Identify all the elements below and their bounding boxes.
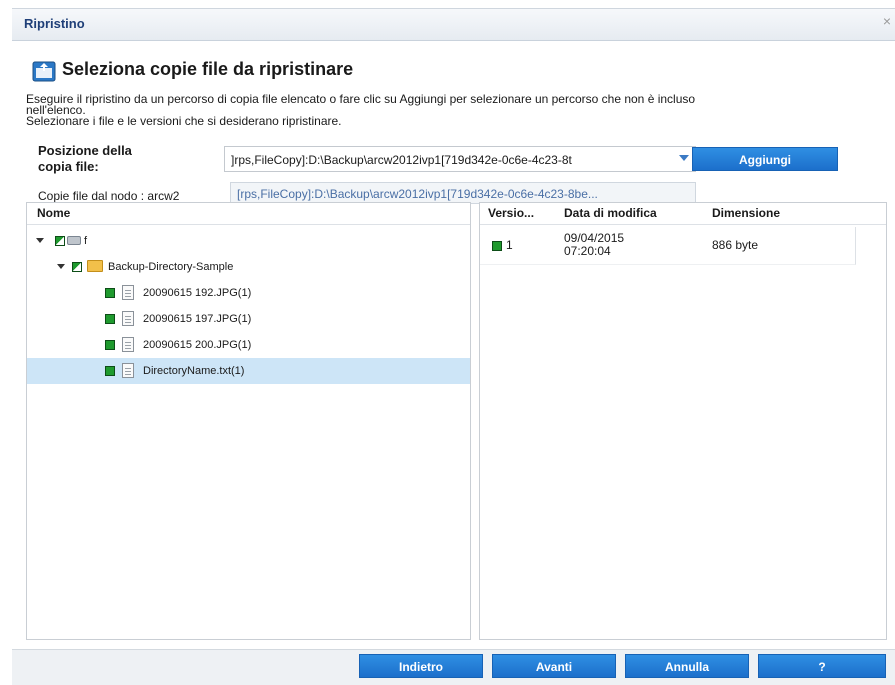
checkbox-icon[interactable] bbox=[105, 366, 115, 376]
partial-checkbox-icon[interactable] bbox=[72, 262, 82, 272]
tree-item-label: DirectoryName.txt(1) bbox=[143, 365, 245, 377]
checkbox-icon[interactable] bbox=[105, 314, 115, 324]
add-button[interactable]: Aggiungi bbox=[692, 147, 838, 171]
tree-item-file[interactable]: 20090615 197.JPG(1) bbox=[27, 306, 470, 332]
cancel-button[interactable]: Annulla bbox=[625, 654, 749, 678]
close-icon[interactable]: × bbox=[883, 13, 891, 29]
page-title: Seleziona copie file da ripristinare bbox=[62, 59, 354, 79]
title-bar: Ripristino × bbox=[12, 9, 895, 41]
location-dropdown-option[interactable]: [rps,FileCopy]:D:\Backup\arcw2012ivp1[71… bbox=[237, 187, 687, 201]
tree-header: Nome bbox=[27, 203, 470, 225]
back-button[interactable]: Indietro bbox=[359, 654, 483, 678]
version-date: 09/04/2015 07:20:04 bbox=[564, 231, 625, 258]
column-header-size[interactable]: Dimensione bbox=[712, 206, 780, 220]
tree-item-folder[interactable]: Backup-Directory-Sample bbox=[27, 254, 470, 280]
folder-icon bbox=[87, 260, 103, 272]
tree-header-name: Nome bbox=[37, 206, 71, 220]
file-icon bbox=[122, 311, 134, 326]
tree-item-drive[interactable]: f bbox=[27, 228, 470, 254]
node-label: Copie file dal nodo : arcw2 bbox=[38, 189, 180, 203]
expand-icon[interactable] bbox=[57, 264, 65, 269]
tree-item-label: Backup-Directory-Sample bbox=[108, 261, 234, 273]
partial-checkbox-icon[interactable] bbox=[55, 236, 65, 246]
versions-header: Versio... Data di modifica Dimensione bbox=[480, 203, 886, 225]
file-tree-panel: Nome f Backup-Directory-Sample 20090615 … bbox=[26, 202, 471, 640]
instructions: Eseguire il ripristino da un percorso di… bbox=[26, 92, 886, 128]
file-copy-location-label: Posizione della copia file: bbox=[38, 143, 132, 174]
tree-item-label: f bbox=[84, 235, 88, 247]
next-button[interactable]: Avanti bbox=[492, 654, 616, 678]
location-dropdown-list: [rps,FileCopy]:D:\Backup\arcw2012ivp1[71… bbox=[230, 182, 696, 204]
file-copy-location-select[interactable]: ]rps,FileCopy]:D:\Backup\arcw2012ivp1[71… bbox=[224, 146, 696, 172]
restore-folder-icon bbox=[32, 61, 56, 82]
column-header-date[interactable]: Data di modifica bbox=[564, 206, 657, 220]
window-title: Ripristino bbox=[24, 16, 85, 31]
version-size: 886 byte bbox=[712, 238, 759, 252]
versions-panel: Versio... Data di modifica Dimensione 1 … bbox=[479, 202, 887, 640]
column-header-version[interactable]: Versio... bbox=[488, 206, 534, 220]
footer-bar: Indietro Avanti Annulla ? bbox=[12, 649, 895, 685]
file-icon bbox=[122, 363, 134, 378]
instruction-line-1: Eseguire il ripristino da un percorso di… bbox=[26, 92, 696, 106]
checkbox-icon[interactable] bbox=[105, 340, 115, 350]
version-row[interactable]: 1 09/04/2015 07:20:04 886 byte bbox=[480, 227, 856, 265]
tree-item-file-selected[interactable]: DirectoryName.txt(1) bbox=[27, 358, 470, 384]
tree-item-label: 20090615 200.JPG(1) bbox=[143, 339, 252, 351]
chevron-down-icon[interactable] bbox=[679, 155, 689, 161]
expand-icon[interactable] bbox=[36, 238, 44, 243]
file-icon bbox=[122, 337, 134, 352]
version-number: 1 bbox=[506, 238, 513, 252]
tree-item-label: 20090615 197.JPG(1) bbox=[143, 313, 252, 325]
checkbox-icon[interactable] bbox=[105, 288, 115, 298]
help-button[interactable]: ? bbox=[758, 654, 886, 678]
restore-dialog: Ripristino × Seleziona copie file da rip… bbox=[12, 8, 895, 685]
tree-item-label: 20090615 192.JPG(1) bbox=[143, 287, 252, 299]
tree-item-file[interactable]: 20090615 200.JPG(1) bbox=[27, 332, 470, 358]
instruction-line-3: Selezionare i file e le versioni che si … bbox=[26, 114, 342, 128]
tree-item-file[interactable]: 20090615 192.JPG(1) bbox=[27, 280, 470, 306]
checkbox-icon[interactable] bbox=[492, 241, 502, 251]
drive-icon bbox=[67, 236, 81, 245]
file-copy-location-value: ]rps,FileCopy]:D:\Backup\arcw2012ivp1[71… bbox=[231, 153, 572, 167]
file-icon bbox=[122, 285, 134, 300]
